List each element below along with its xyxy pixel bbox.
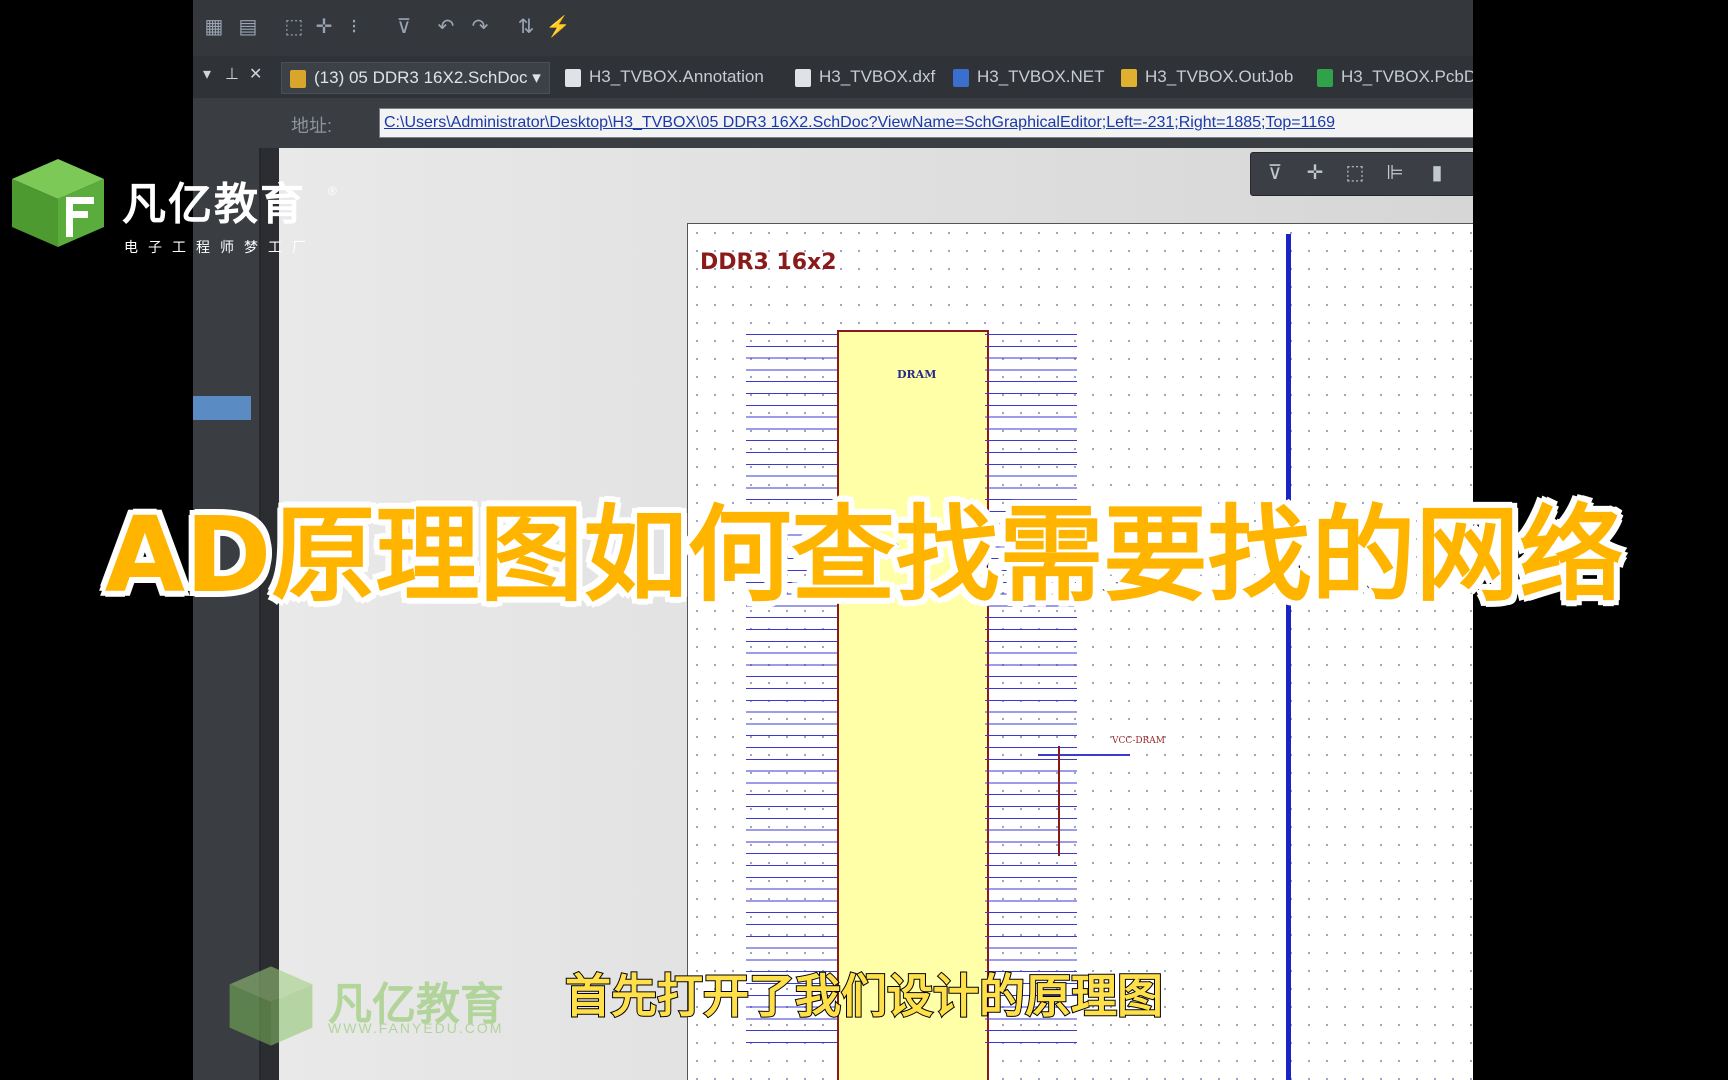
bus-line bbox=[1286, 234, 1291, 1080]
netlist-icon bbox=[953, 68, 969, 87]
net-label[interactable]: VCC-DRAM bbox=[1112, 736, 1165, 746]
place-part-icon[interactable]: ▮ bbox=[1423, 159, 1451, 187]
video-headline: AD原理图如何查找需要找的网络 bbox=[103, 492, 1626, 618]
document-tabs: ▾ ⊥ ✕ (13) 05 DDR3 16X2.SchDoc ▾ H3_TVBO… bbox=[193, 56, 1473, 99]
vcc-net-wire bbox=[1058, 746, 1060, 856]
sheet-title: DDR3 16x2 bbox=[700, 250, 837, 275]
align-icon[interactable]: ⁝ bbox=[339, 12, 369, 42]
tab-annotation[interactable]: H3_TVBOX.Annotation bbox=[565, 62, 764, 92]
close-icon[interactable]: ✕ bbox=[249, 64, 262, 84]
tab-pcbdoc[interactable]: H3_TVBOX.PcbD bbox=[1317, 62, 1473, 92]
brand-name: 凡亿教育 bbox=[122, 179, 306, 230]
schematic-doc-icon bbox=[290, 69, 306, 88]
document-icon bbox=[565, 68, 581, 87]
address-input[interactable]: C:\Users\Administrator\Desktop\H3_TVBOX\… bbox=[379, 108, 1473, 138]
left-pin-wires bbox=[746, 334, 838, 1054]
chevron-down-icon[interactable]: ▾ bbox=[532, 68, 541, 87]
select-icon[interactable]: ⬚ bbox=[1341, 159, 1369, 187]
wizard-icon[interactable]: ⚡ bbox=[543, 12, 573, 42]
main-toolbar: ▦ ▤ ⬚ ✛ ⁝ ⊽ ↶ ↷ ⇅ ⚡ bbox=[193, 0, 1473, 57]
tab-dxf[interactable]: H3_TVBOX.dxf bbox=[795, 62, 935, 92]
pcb-doc-icon bbox=[1317, 68, 1333, 87]
filter-icon[interactable]: ⊽ bbox=[1261, 159, 1289, 187]
tab-outjob[interactable]: H3_TVBOX.OutJob bbox=[1121, 62, 1293, 92]
redo-icon[interactable]: ↷ bbox=[465, 12, 495, 42]
component-icon[interactable]: ▤ bbox=[233, 12, 263, 42]
brand-tagline: 电子工程师梦工厂 bbox=[124, 240, 316, 256]
tab-net[interactable]: H3_TVBOX.NET bbox=[953, 62, 1105, 92]
outjob-icon bbox=[1121, 68, 1137, 87]
video-subtitle: 首先打开了我们设计的原理图 bbox=[564, 968, 1164, 1024]
select-area-icon[interactable]: ⬚ bbox=[279, 12, 309, 42]
right-pin-wires bbox=[985, 334, 1077, 1054]
undo-icon[interactable]: ↶ bbox=[431, 12, 461, 42]
move-icon[interactable]: ✛ bbox=[1301, 159, 1329, 187]
chevron-down-icon[interactable]: ▾ bbox=[203, 64, 211, 84]
document-icon bbox=[795, 68, 811, 87]
net-wire bbox=[1038, 754, 1130, 756]
clear-filter-icon[interactable]: ⊽ bbox=[389, 12, 419, 42]
align-icon[interactable]: ⊫ bbox=[1381, 159, 1409, 187]
panel-selected-item[interactable] bbox=[193, 396, 251, 420]
address-label: 地址: bbox=[291, 116, 333, 136]
active-bar: ⊽ ✛ ⬚ ⊫ ▮ bbox=[1250, 152, 1473, 196]
pin-icon[interactable]: ⊥ bbox=[225, 64, 239, 84]
cross-probe-icon[interactable]: ⇅ bbox=[511, 12, 541, 42]
brand-logo-icon bbox=[12, 159, 104, 247]
tab-ddr3-schdoc[interactable]: (13) 05 DDR3 16X2.SchDoc ▾ bbox=[281, 62, 550, 94]
schematic-sheet[interactable]: DDR3 16x2 DRAM VCC-DRAM bbox=[687, 223, 1473, 1080]
component-label: DRAM bbox=[897, 368, 937, 381]
registered-mark: ® bbox=[328, 184, 337, 198]
move-icon[interactable]: ✛ bbox=[309, 12, 339, 42]
grid-icon[interactable]: ▦ bbox=[199, 12, 229, 42]
address-bar: 地址: C:\Users\Administrator\Desktop\H3_TV… bbox=[193, 98, 1473, 148]
